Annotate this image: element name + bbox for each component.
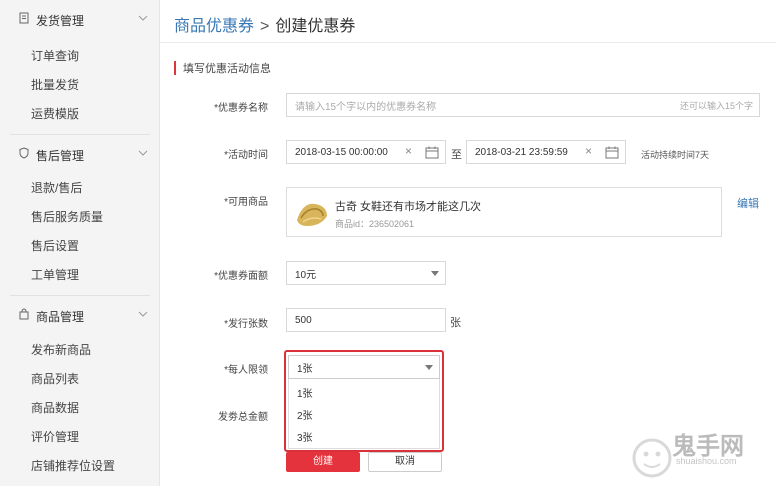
breadcrumb-separator: >	[260, 18, 270, 35]
product-label: *可用商品	[224, 197, 268, 208]
product-thumbnail	[293, 194, 331, 232]
sidebar-group-products[interactable]: 商品管理	[0, 304, 160, 326]
coupon-name-label: *优惠券名称	[214, 103, 268, 114]
coupon-name-placeholder: 请输入15个字以内的优惠券名称	[295, 101, 437, 113]
dropdown-option[interactable]: 3张	[297, 429, 313, 444]
sidebar-group-title: 发货管理	[36, 14, 85, 28]
start-time-value: 2018-03-15 00:00:00	[295, 146, 388, 158]
sidebar-item-service-quality[interactable]: 售后服务质量	[31, 208, 103, 225]
coupon-amount-value: 10元	[295, 269, 317, 281]
caret-down-icon	[425, 365, 433, 370]
per-person-limit-value: 1张	[297, 363, 313, 375]
per-person-limit-dropdown: 1张 2张 3张	[288, 379, 440, 449]
sidebar-item-store-recommend[interactable]: 店铺推荐位设置	[31, 457, 115, 474]
chevron-down-icon[interactable]	[138, 149, 148, 157]
sidebar-group-shipping[interactable]: 发货管理	[0, 8, 160, 30]
section-header: 填写优惠活动信息	[174, 60, 271, 76]
app: 发货管理 订单查询 批量发货 运费模版 售后管理 退款/售后 售后服务质量 售后…	[0, 0, 776, 486]
calendar-icon[interactable]	[425, 146, 439, 159]
edit-product-link[interactable]: 编辑	[737, 195, 759, 211]
chevron-down-icon[interactable]	[138, 14, 148, 22]
divider	[10, 295, 150, 296]
per-person-limit-select[interactable]: 1张	[288, 355, 440, 379]
shield-icon	[19, 147, 29, 159]
header-divider	[160, 42, 776, 43]
product-card: 古奇 女鞋还有市场才能这几次 商品id：236502061	[286, 187, 722, 237]
caret-down-icon	[431, 271, 439, 276]
bag-icon	[19, 308, 29, 320]
end-time-input[interactable]: 2018-03-21 23:59:59 ×	[466, 140, 626, 164]
section-title: 填写优惠活动信息	[183, 63, 271, 75]
coupon-amount-label: *优惠券面额	[214, 271, 268, 282]
sidebar-group-title: 商品管理	[36, 310, 85, 324]
sidebar-item-tickets[interactable]: 工单管理	[31, 266, 79, 283]
sidebar-group-aftersale[interactable]: 售后管理	[0, 143, 160, 165]
sidebar-item-shipping-template[interactable]: 运费模版	[31, 105, 79, 122]
breadcrumb: 商品优惠券 > 创建优惠券	[174, 12, 355, 36]
start-time-input[interactable]: 2018-03-15 00:00:00 ×	[286, 140, 446, 164]
cancel-button[interactable]: 取消	[368, 452, 442, 472]
issue-count-value: 500	[295, 314, 312, 326]
sidebar-item-refund[interactable]: 退款/售后	[31, 179, 82, 196]
duration-note: 活动持续时间7天	[641, 150, 710, 160]
sidebar-item-reviews[interactable]: 评价管理	[31, 428, 79, 445]
sidebar-item-batch-ship[interactable]: 批量发货	[31, 76, 79, 93]
divider	[10, 134, 150, 135]
issue-count-input[interactable]: 500	[286, 308, 446, 332]
sidebar-item-new-product[interactable]: 发布新商品	[31, 341, 91, 358]
coupon-name-input[interactable]: 请输入15个字以内的优惠券名称 还可以输入15个字	[286, 93, 760, 117]
issue-count-unit: 张	[450, 317, 461, 329]
activity-time-label: *活动时间	[224, 150, 268, 161]
clear-icon[interactable]: ×	[585, 145, 595, 157]
sidebar-item-aftersale-settings[interactable]: 售后设置	[31, 237, 79, 254]
dropdown-option[interactable]: 1张	[297, 385, 313, 400]
breadcrumb-parent-link[interactable]: 商品优惠券	[174, 18, 254, 35]
sidebar: 发货管理 订单查询 批量发货 运费模版 售后管理 退款/售后 售后服务质量 售后…	[0, 0, 160, 486]
char-count-hint: 还可以输入15个字	[679, 100, 753, 111]
total-amount-label: 发劵总金额	[218, 412, 268, 423]
coupon-amount-select[interactable]: 10元	[286, 261, 446, 285]
sidebar-group-title: 售后管理	[36, 149, 85, 163]
document-icon	[19, 12, 29, 24]
per-person-limit-highlight: 1张 1张 2张 3张	[284, 350, 444, 452]
issue-count-label: *发行张数	[224, 319, 268, 330]
product-name: 古奇 女鞋还有市场才能这几次	[335, 201, 482, 213]
sidebar-item-product-data[interactable]: 商品数据	[31, 399, 79, 416]
calendar-icon[interactable]	[605, 146, 619, 159]
page-title: 创建优惠券	[275, 18, 356, 35]
watermark-subtext: shuaishou.com	[676, 456, 737, 466]
per-person-limit-label: *每人限领	[224, 365, 268, 376]
end-time-value: 2018-03-21 23:59:59	[475, 146, 568, 158]
chevron-down-icon[interactable]	[138, 310, 148, 318]
section-accent-bar	[174, 61, 176, 75]
clear-icon[interactable]: ×	[405, 145, 415, 157]
sidebar-item-order-query[interactable]: 订单查询	[31, 47, 79, 64]
dropdown-option[interactable]: 2张	[297, 407, 313, 422]
create-button[interactable]: 创建	[286, 452, 360, 472]
range-separator: 至	[451, 149, 462, 161]
sidebar-item-product-list[interactable]: 商品列表	[31, 370, 79, 387]
product-id: 商品id：236502061	[335, 219, 415, 229]
